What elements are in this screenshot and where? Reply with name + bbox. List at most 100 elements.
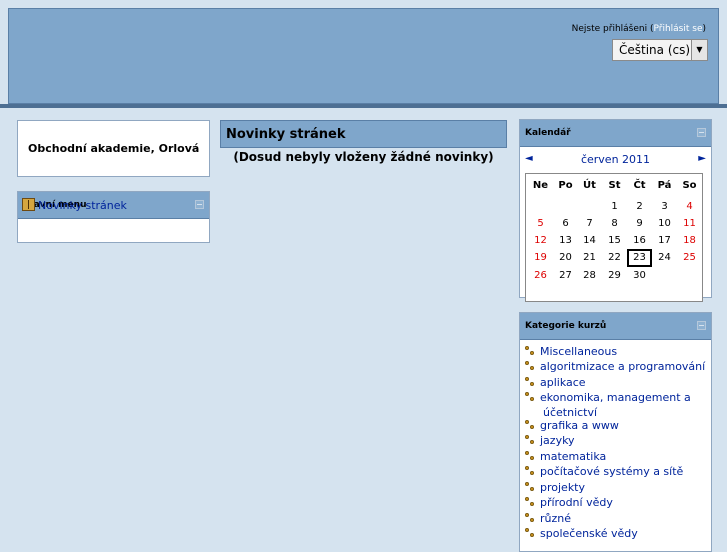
- calendar-day[interactable]: 20: [553, 252, 578, 263]
- calendar-day[interactable]: 21: [577, 252, 602, 263]
- menu-item-label: Novinky stránek: [38, 199, 127, 212]
- course-category-label: účetnictví: [543, 406, 598, 419]
- course-category-item[interactable]: společenské vědy: [525, 527, 638, 540]
- course-category-icon: [525, 435, 535, 445]
- course-category-item[interactable]: jazyky: [525, 434, 575, 447]
- site-news-header: Novinky stránek: [220, 120, 507, 148]
- calendar-day-header: Pá: [657, 180, 672, 191]
- site-news-title: Novinky stránek: [226, 127, 346, 142]
- calendar-day[interactable]: 7: [577, 218, 602, 229]
- calendar-day[interactable]: 12: [528, 235, 553, 246]
- course-category-icon: [525, 392, 535, 402]
- calendar-day-header: Po: [558, 180, 573, 191]
- course-category-label: matematika: [540, 450, 607, 463]
- calendar-grid: Ne Po Út St Čt Pá So 1 2 3 4 5 6 7 8 9 10 11 12 13 14 15 16 17 1…: [525, 173, 703, 302]
- calendar-day[interactable]: 1: [602, 201, 627, 212]
- calendar-day-header: Čt: [633, 180, 646, 191]
- calendar-block: Kalendář ◄ červen 2011 ► Ne Po Út St Čt Pá So 1…: [519, 119, 712, 302]
- course-category-list: Miscellaneous algoritmizace a programován…: [520, 313, 711, 551]
- calendar-day[interactable]: 30: [627, 270, 652, 281]
- course-category-label-continuation[interactable]: účetnictví: [543, 406, 597, 419]
- calendar-day[interactable]: 13: [553, 235, 578, 246]
- calendar-day[interactable]: 25: [677, 252, 702, 263]
- calendar-day[interactable]: 19: [528, 252, 553, 263]
- calendar-day[interactable]: 9: [627, 218, 652, 229]
- course-category-label: počítačové systémy a sítě: [540, 465, 684, 478]
- calendar-day[interactable]: 14: [577, 235, 602, 246]
- hide-block-icon[interactable]: [195, 200, 204, 209]
- course-category-item[interactable]: algoritmizace a programování: [525, 360, 705, 373]
- calendar-day[interactable]: 18: [677, 235, 702, 246]
- course-category-icon: [525, 451, 535, 461]
- calendar-day[interactable]: 5: [528, 218, 553, 229]
- course-category-icon: [525, 361, 535, 371]
- calendar-day[interactable]: 27: [553, 270, 578, 281]
- language-select[interactable]: Čeština (cs) ▼: [612, 39, 708, 61]
- calendar-day[interactable]: 29: [602, 270, 627, 281]
- calendar-month[interactable]: červen 2011: [520, 153, 711, 166]
- calendar-day[interactable]: 22: [602, 252, 627, 263]
- next-month-icon[interactable]: ►: [698, 153, 706, 164]
- course-category-label: společenské vědy: [540, 527, 638, 540]
- login-info: Nejste přihlášeni (Přihlásit se): [572, 24, 706, 34]
- login-status-close: ): [702, 24, 706, 34]
- login-status-text: Nejste přihlášeni (: [571, 24, 654, 34]
- chevron-down-icon[interactable]: ▼: [691, 40, 707, 60]
- course-category-icon: [525, 482, 535, 492]
- calendar-day-header: Ne: [532, 180, 549, 191]
- hide-block-icon[interactable]: [697, 128, 706, 137]
- course-category-item[interactable]: aplikace: [525, 376, 586, 389]
- calendar-day-today[interactable]: 23: [627, 249, 652, 267]
- calendar-day[interactable]: 3: [652, 201, 677, 212]
- course-category-item[interactable]: různé: [525, 512, 571, 525]
- course-category-icon: [525, 466, 535, 476]
- news-icon: [22, 198, 35, 211]
- menu-item-site-news[interactable]: Novinky stránek: [22, 198, 127, 212]
- course-category-label: Miscellaneous: [540, 345, 618, 358]
- course-category-item[interactable]: matematika: [525, 450, 606, 463]
- calendar-day[interactable]: 17: [652, 235, 677, 246]
- course-category-item[interactable]: ekonomika, management a: [525, 391, 691, 404]
- course-category-label: různé: [540, 512, 572, 525]
- course-category-label: grafika a www: [540, 419, 619, 432]
- course-category-item[interactable]: přírodní vědy: [525, 496, 613, 509]
- calendar-day[interactable]: 26: [528, 270, 553, 281]
- language-select-value: Čeština (cs): [619, 43, 691, 57]
- course-category-icon: [525, 497, 535, 507]
- course-category-label: přírodní vědy: [540, 496, 613, 509]
- main-menu-block: Hlavní menu Novinky stránek: [17, 191, 210, 243]
- calendar-day[interactable]: 2: [627, 201, 652, 212]
- course-category-label: jazyky: [540, 434, 575, 447]
- calendar-day[interactable]: 4: [677, 201, 702, 212]
- calendar-day[interactable]: 16: [627, 235, 652, 246]
- calendar-day[interactable]: 6: [553, 218, 578, 229]
- header-divider: [0, 104, 727, 108]
- calendar-title: Kalendář: [525, 128, 571, 138]
- calendar-day[interactable]: 11: [677, 218, 702, 229]
- calendar-day-header: So: [682, 180, 697, 191]
- calendar-day[interactable]: 28: [577, 270, 602, 281]
- calendar-day[interactable]: 24: [652, 252, 677, 263]
- calendar-nav: ◄ červen 2011 ►: [520, 153, 711, 167]
- site-name: Obchodní akademie, Orlová: [28, 142, 200, 155]
- course-category-icon: [525, 346, 535, 356]
- course-category-label: projekty: [540, 481, 586, 494]
- calendar-day-header: St: [608, 180, 621, 191]
- course-category-label: algoritmizace a programování: [540, 360, 706, 373]
- course-category-item[interactable]: projekty: [525, 481, 585, 494]
- course-category-item[interactable]: grafika a www: [525, 419, 619, 432]
- site-name-block: Obchodní akademie, Orlová: [17, 120, 210, 177]
- page-header: Nejste přihlášeni (Přihlásit se) Čeština…: [8, 8, 719, 104]
- calendar-header: Kalendář: [520, 120, 711, 147]
- calendar-day[interactable]: 10: [652, 218, 677, 229]
- calendar-day[interactable]: 8: [602, 218, 627, 229]
- no-news-message: (Dosud nebyly vloženy žádné novinky): [233, 150, 494, 164]
- course-category-item[interactable]: počítačové systémy a sítě: [525, 465, 683, 478]
- course-category-item[interactable]: Miscellaneous: [525, 345, 617, 358]
- login-link[interactable]: Přihlásit se: [653, 24, 702, 34]
- calendar-day-header: Út: [583, 180, 596, 191]
- course-category-icon: [525, 528, 535, 538]
- course-category-label: aplikace: [540, 376, 586, 389]
- calendar-day[interactable]: 15: [602, 235, 627, 246]
- course-category-icon: [525, 420, 535, 430]
